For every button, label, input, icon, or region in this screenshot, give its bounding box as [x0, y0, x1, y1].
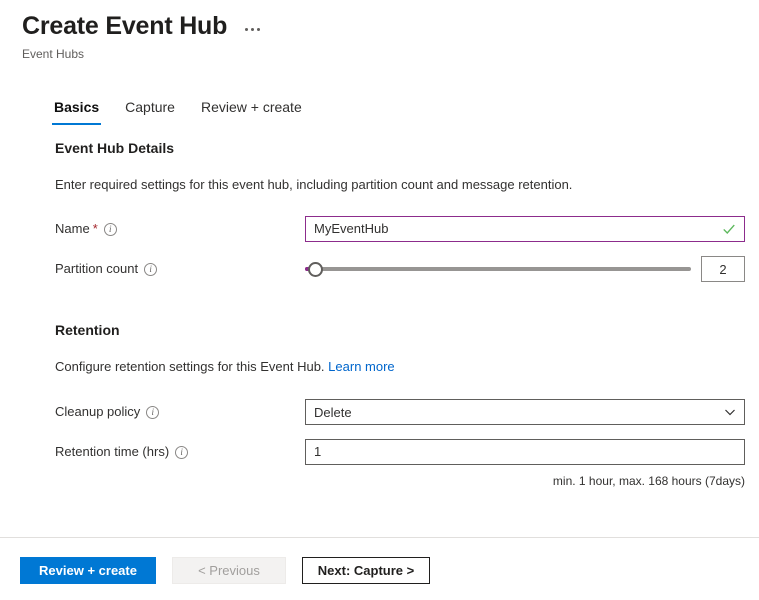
required-asterisk: * [93, 220, 98, 238]
ellipsis-dot [251, 28, 254, 31]
page-header: Create Event Hub Event Hubs [0, 0, 759, 62]
name-input[interactable]: MyEventHub [305, 216, 745, 242]
event-hub-details-description: Enter required settings for this event h… [55, 176, 759, 194]
previous-button: < Previous [172, 557, 286, 584]
retention-time-input[interactable]: 1 [305, 439, 745, 465]
retention-time-info-icon[interactable]: i [175, 446, 188, 459]
cleanup-policy-row: Cleanup policy i Delete [55, 399, 759, 425]
name-input-value: MyEventHub [314, 220, 722, 238]
page-subtitle: Event Hubs [22, 46, 759, 62]
more-options-icon[interactable] [241, 19, 264, 39]
next-capture-button[interactable]: Next: Capture > [302, 557, 430, 584]
partition-count-field-container: 2 [305, 256, 745, 282]
retention-time-value: 1 [314, 443, 736, 461]
title-row: Create Event Hub [22, 10, 759, 42]
learn-more-link[interactable]: Learn more [328, 359, 394, 374]
event-hub-details-heading: Event Hub Details [55, 138, 759, 158]
partition-count-slider[interactable] [305, 259, 691, 279]
chevron-down-icon [724, 406, 736, 418]
name-row: Name* i MyEventHub [55, 216, 759, 242]
name-field-container: MyEventHub [305, 216, 745, 242]
tab-basics[interactable]: Basics [52, 98, 101, 125]
form-body: Event Hub Details Enter required setting… [0, 138, 759, 489]
review-create-button[interactable]: Review + create [20, 557, 156, 584]
ellipsis-dot [245, 28, 248, 31]
partition-count-info-icon[interactable]: i [144, 263, 157, 276]
retention-description-text: Configure retention settings for this Ev… [55, 359, 325, 374]
retention-time-row: Retention time (hrs) i 1 [55, 439, 759, 465]
retention-time-label-text: Retention time (hrs) [55, 443, 169, 461]
partition-count-label: Partition count i [55, 260, 157, 278]
partition-count-slider-wrap: 2 [305, 256, 745, 282]
partition-count-label-text: Partition count [55, 260, 138, 278]
footer-divider [0, 537, 759, 538]
tab-review-create[interactable]: Review + create [199, 98, 304, 125]
retention-time-helper-text: min. 1 hour, max. 168 hours (7days) [305, 473, 745, 489]
retention-time-label: Retention time (hrs) i [55, 443, 188, 461]
cleanup-policy-value: Delete [314, 405, 724, 420]
partition-count-row: Partition count i 2 [55, 256, 759, 282]
retention-description: Configure retention settings for this Ev… [55, 358, 759, 376]
page-title: Create Event Hub [22, 10, 227, 42]
partition-count-value-box[interactable]: 2 [701, 256, 745, 282]
cleanup-policy-info-icon[interactable]: i [146, 406, 159, 419]
create-event-hub-page: Create Event Hub Event Hubs Basics Captu… [0, 0, 759, 600]
tab-list: Basics Capture Review + create [52, 98, 304, 125]
footer-actions: Review + create < Previous Next: Capture… [20, 557, 430, 584]
retention-time-field-container: 1 [305, 439, 745, 465]
cleanup-policy-label: Cleanup policy i [55, 403, 159, 421]
slider-thumb[interactable] [308, 262, 323, 277]
cleanup-policy-label-text: Cleanup policy [55, 403, 140, 421]
valid-check-icon [722, 222, 736, 236]
name-info-icon[interactable]: i [104, 223, 117, 236]
retention-heading: Retention [55, 320, 759, 340]
partition-count-value: 2 [719, 262, 726, 277]
name-label: Name* i [55, 220, 117, 238]
slider-track [305, 267, 691, 271]
cleanup-policy-select[interactable]: Delete [305, 399, 745, 425]
ellipsis-dot [257, 28, 260, 31]
cleanup-policy-field-container: Delete [305, 399, 745, 425]
tab-capture[interactable]: Capture [123, 98, 177, 125]
name-label-text: Name [55, 220, 90, 238]
